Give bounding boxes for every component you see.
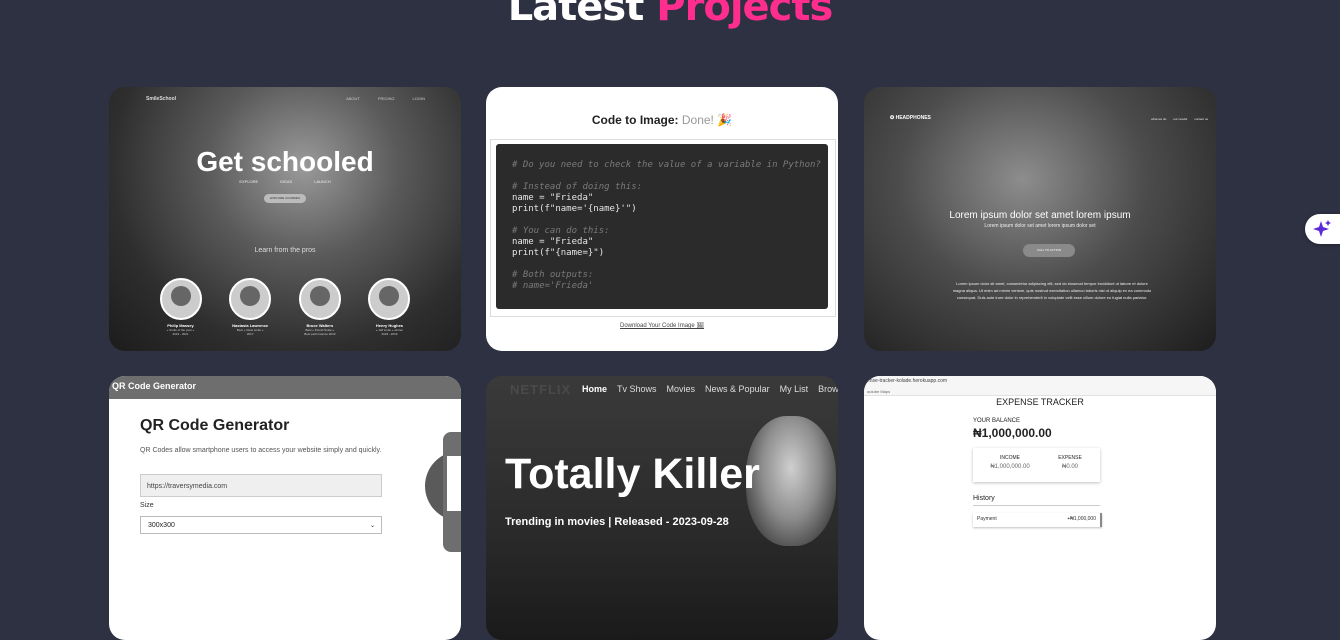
app-bar-title: QR Code Generator — [109, 376, 461, 399]
code-block: # Do you need to check the value of a va… — [496, 144, 828, 309]
testimonial-item: Bruce Walters Best « Friend Smile » Best… — [292, 278, 347, 336]
code-line: print(f"{name=}") — [512, 248, 605, 258]
nav-item: what we do — [1151, 117, 1167, 121]
nav-item: contact us — [1194, 117, 1208, 121]
nav-item: our results — [1173, 117, 1188, 121]
project-links: EXPLORE IDEAS LAUNCH — [109, 179, 461, 184]
title-text: Code to Image: — [591, 113, 679, 127]
code-line: name = "Frieda" — [512, 237, 594, 247]
history-row: Payment +₦1,000,000 — [973, 513, 1102, 527]
person-years: 2017 — [246, 332, 254, 336]
size-value: 300x300 — [148, 522, 175, 529]
project-nav: what we do our results contact us — [1151, 117, 1208, 121]
movie-title: Totally Killer — [505, 450, 760, 498]
avatar — [229, 278, 272, 320]
code-line: # You can do this: — [512, 226, 610, 236]
project-description: QR Codes allow smartphone users to acces… — [140, 447, 382, 454]
project-logo: ✪ HEADPHONES — [890, 115, 931, 121]
nav-item: PRICING — [377, 96, 395, 101]
project-title: Code to Image: Done! 🎉 — [486, 113, 838, 127]
code-line: print(f"name='{name}'") — [512, 204, 637, 214]
nav-item: Browse by — [818, 384, 838, 394]
nav-item: Tv Shows — [617, 384, 657, 394]
section-title: Latest Projects — [0, 0, 1340, 30]
project-nav: Home Tv Shows Movies News & Popular My L… — [582, 384, 838, 394]
history-label: History — [973, 495, 995, 502]
trending-label: Trending in movies | Released - 2023-09-… — [505, 516, 729, 528]
testimonial-item: Philip Massey « Smile of the year » 2019… — [153, 278, 208, 336]
project-heading: QR Code Generator — [140, 417, 290, 434]
expense-label: EXPENSE — [1058, 455, 1082, 461]
nav-item: News & Popular — [705, 384, 770, 394]
brand-logo: NETFLIX — [510, 382, 572, 397]
avatar — [298, 278, 341, 320]
testimonial-list: Philip Massey « Smile of the year » 2019… — [153, 278, 417, 336]
project-logo: SmileSchool — [146, 96, 177, 102]
section-title-main: Latest — [507, 0, 645, 30]
expense-value: ₦0.00 — [1061, 464, 1078, 470]
project-card-netflix[interactable]: NETFLIX Home Tv Shows Movies News & Popu… — [486, 376, 838, 640]
ai-assistant-button[interactable] — [1305, 214, 1340, 244]
size-select: 300x300 ⌄ — [140, 516, 382, 534]
project-nav: ABOUT PRICING LOGIN — [346, 96, 425, 101]
project-subtitle: Lorem ipsum dolor set amet lorem ipsum d… — [984, 223, 1096, 229]
project-card-qr-generator[interactable]: QR Code Generator QR Code Generator QR C… — [109, 376, 461, 640]
download-link: Download Your Code Image 🖼 — [619, 323, 704, 329]
person-years: 2018 - 2019 — [381, 332, 398, 336]
code-line: # name='Frieda' — [512, 281, 594, 291]
history-amount: +₦1,000,000 — [1067, 516, 1096, 522]
nav-item: Movies — [666, 384, 696, 394]
project-headline: Lorem ipsum dolor set amet lorem ipsum — [949, 210, 1131, 221]
status-text: Done! 🎉 — [681, 113, 733, 127]
project-card-code-to-image[interactable]: Code to Image: Done! 🎉 # Do you need to … — [486, 87, 838, 351]
code-line: # Both outputs: — [512, 270, 594, 280]
person-years: 2019 - 2021 — [172, 332, 189, 336]
balance-label: YOUR BALANCE — [973, 418, 1021, 424]
link-item: LAUNCH — [314, 179, 331, 184]
code-line: # Do you need to check the value of a va… — [512, 160, 821, 170]
divider — [973, 505, 1100, 506]
logo-text: HEADPHONES — [895, 115, 931, 121]
nav-item: LOGIN — [412, 96, 425, 101]
cta-button: CALL TO ACTION — [1023, 244, 1075, 257]
qr-code-icon — [447, 456, 461, 511]
project-card-expense-tracker[interactable]: ense-tracker-kolade.herokuapp.com outube… — [864, 376, 1216, 640]
income-expense-box: INCOME ₦1,000,000.00 EXPENSE ₦0.00 — [973, 448, 1100, 482]
testimonial-item: Henry Hughes « Jeff smile » winner 2018 … — [362, 278, 417, 336]
chevron-down-icon: ⌄ — [369, 523, 375, 529]
app-title: EXPENSE TRACKER — [996, 397, 1084, 407]
code-line: # Instead of doing this: — [512, 182, 643, 192]
testimonial-item: Nastasia Lawrence Best « Glow smile » 20… — [223, 278, 278, 336]
code-line: name = "Frieda" — [512, 193, 594, 203]
section-title-accent: Projects — [656, 0, 833, 30]
nav-item: My List — [779, 384, 809, 394]
link-item: EXPLORE — [239, 179, 259, 184]
project-card-headphones[interactable]: ✪ HEADPHONES what we do our results cont… — [864, 87, 1216, 351]
bookmarks-bar: outube Maps — [864, 387, 1216, 396]
history-item: Payment — [977, 516, 997, 522]
browser-url: ense-tracker-kolade.herokuapp.com — [864, 376, 1216, 387]
link-item: IDEAS — [280, 179, 293, 184]
person-years: Best performance 2019 — [304, 332, 336, 336]
project-subtitle: Learn from the pros — [254, 247, 316, 254]
sparkle-icon — [1313, 220, 1331, 237]
project-paragraph: Lorem ipsum dolor sit amet, consectetur … — [952, 281, 1152, 300]
avatar — [159, 278, 202, 320]
income-label: INCOME — [1000, 455, 1020, 461]
nav-item: ABOUT — [346, 96, 360, 101]
income-value: ₦1,000,000.00 — [990, 464, 1030, 470]
explore-button: EXPLORE COURSES — [264, 194, 306, 203]
project-headline: Get schooled — [196, 146, 374, 177]
nav-item: Home — [582, 384, 608, 394]
url-input: https://traversymedia.com — [140, 474, 382, 497]
size-label: Size — [140, 502, 154, 509]
project-card-smileschool[interactable]: SmileSchool ABOUT PRICING LOGIN Get scho… — [109, 87, 461, 351]
avatar — [368, 278, 411, 320]
balance-value: ₦1,000,000.00 — [973, 426, 1052, 440]
